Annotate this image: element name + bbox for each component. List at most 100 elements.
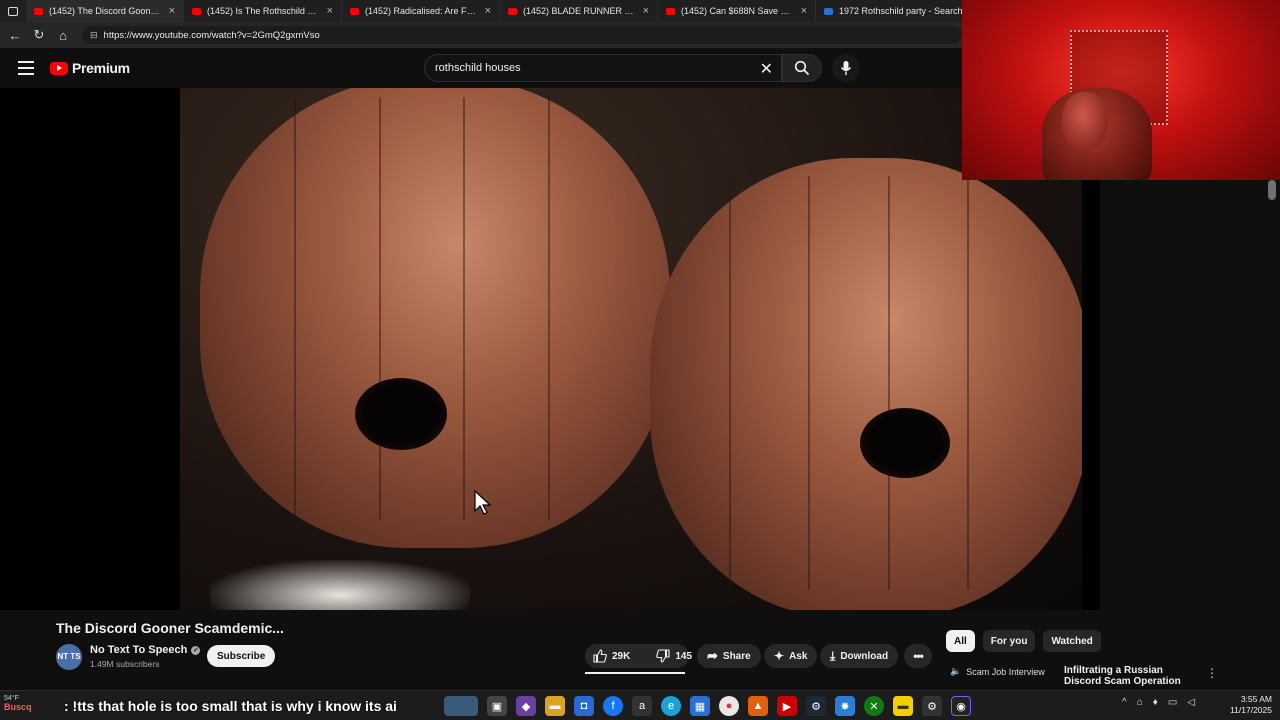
share-label: Share [722, 650, 751, 662]
page-scrollbar[interactable] [1268, 180, 1276, 200]
close-tab-icon[interactable]: × [485, 5, 491, 17]
video-player[interactable] [0, 88, 1100, 610]
right-sidebar [1100, 180, 1280, 610]
recommended-video-title[interactable]: Infiltrating a Russian Discord Scam Oper… [1064, 665, 1194, 687]
app-icon[interactable]: ◆ [516, 696, 536, 716]
close-tab-icon[interactable]: × [801, 5, 807, 17]
youtube-favicon-icon [666, 7, 675, 15]
search-input[interactable] [435, 62, 745, 74]
microphone-icon[interactable]: ♦ [1153, 697, 1158, 708]
url-field[interactable]: ⊟ https://www.youtube.com/watch?v=2GmQ2g… [82, 26, 962, 44]
clear-search-icon[interactable]: ✕ [760, 59, 773, 79]
clock-date: 11/17/2025 [1230, 705, 1272, 715]
edge-icon[interactable]: e [661, 696, 681, 716]
settings-icon[interactable]: ⚙ [922, 696, 942, 716]
network-icon[interactable]: ⌂ [1137, 697, 1143, 708]
recommended-item-label: Scam Job Interview [966, 666, 1045, 677]
dislike-count: 145 [675, 650, 693, 662]
download-button[interactable]: ⤓ Download [820, 644, 899, 668]
close-tab-icon[interactable]: × [169, 5, 175, 17]
share-button[interactable]: ➦ Share [697, 644, 761, 668]
chevron-up-icon[interactable]: ^ [1122, 697, 1127, 708]
youtube-favicon-icon [192, 7, 201, 15]
store-icon[interactable]: ◘ [574, 696, 594, 716]
sticky-notes-icon[interactable]: ▬ [893, 696, 913, 716]
youtube-play-icon [50, 61, 68, 75]
youtube-favicon-icon [34, 7, 43, 15]
subscriber-count: 1.49M subscribers [90, 659, 160, 669]
weather-temperature: 54°F [4, 695, 19, 702]
youtube-logo[interactable]: Premium [50, 60, 130, 76]
amazon-icon[interactable]: a [632, 696, 652, 716]
system-tray: ^ ⌂ ♦ ▭ ◁ [1122, 697, 1195, 708]
like-button[interactable]: 29K [585, 644, 638, 668]
task-view-icon[interactable]: ▣ [487, 696, 507, 716]
stream-label: Buscq [4, 702, 32, 712]
taskbar-apps: ▣ ◆ ▬ ◘ f a e ▦ ● ▲ ▶ ⚙ ✸ ✕ ▬ ⚙ ◉ [444, 696, 971, 716]
reload-icon[interactable]: ↻ [30, 26, 48, 44]
recommended-item[interactable]: 🔈 Scam Job Interview [950, 666, 1045, 677]
webcam-image [1062, 92, 1108, 150]
youtube-icon[interactable]: ▶ [777, 696, 797, 716]
site-info-icon[interactable]: ⊟ [90, 30, 98, 41]
thumbs-up-icon [593, 649, 607, 663]
back-arrow-icon[interactable]: ← [6, 26, 24, 44]
ask-button[interactable]: ✦ Ask [764, 644, 818, 668]
video-frame[interactable] [180, 88, 1082, 610]
youtube-favicon-icon [350, 7, 359, 15]
like-ratio-bar [585, 672, 685, 674]
display-icon[interactable]: ▭ [1168, 697, 1177, 708]
video-content-image [650, 158, 1082, 610]
browser-tab[interactable]: (1452) The Discord Gooner S × [26, 0, 184, 22]
chip-watched[interactable]: Watched [1043, 630, 1101, 652]
video-content-image [210, 560, 470, 610]
vlc-icon[interactable]: ▲ [748, 696, 768, 716]
system-clock[interactable]: 3:55 AM 11/17/2025 [1222, 694, 1272, 716]
file-explorer-icon[interactable]: ▬ [545, 696, 565, 716]
browser-tab[interactable]: (1452) Is The Rothschild Family Th × [184, 0, 342, 22]
search-widget-icon[interactable] [444, 696, 478, 716]
chrome-icon[interactable]: ● [719, 696, 739, 716]
facebook-icon[interactable]: f [603, 696, 623, 716]
close-tab-icon[interactable]: × [327, 5, 333, 17]
subscribe-button[interactable]: Subscribe [207, 645, 276, 667]
search-button[interactable] [782, 54, 822, 82]
tab-title: (1452) The Discord Gooner S [49, 6, 163, 16]
more-vertical-icon[interactable]: ⋮ [1206, 666, 1218, 680]
dislike-button[interactable]: 145 [648, 644, 700, 668]
more-horizontal-icon: ••• [913, 649, 924, 663]
voice-search-button[interactable] [832, 54, 860, 82]
channel-name-text: No Text To Speech [90, 644, 188, 656]
webcam-overlay [962, 0, 1280, 180]
more-actions-button[interactable]: ••• [904, 644, 932, 668]
home-icon[interactable]: ⌂ [54, 26, 72, 44]
weather-widget[interactable]: 54°F Buscq [4, 695, 60, 712]
channel-avatar[interactable]: NT TS [56, 644, 82, 670]
tab-title: 1972 Rothschild party - Search [839, 6, 963, 16]
calculator-icon[interactable]: ▦ [690, 696, 710, 716]
xbox-icon[interactable]: ✕ [864, 696, 884, 716]
logo-label: Premium [72, 60, 130, 76]
app-icon[interactable]: ✸ [835, 696, 855, 716]
steam-icon[interactable]: ⚙ [806, 696, 826, 716]
close-tab-icon[interactable]: × [643, 5, 649, 17]
chip-for-you[interactable]: For you [982, 630, 1036, 652]
browser-tab[interactable]: (1452) BLADE RUNNER 2049 Brea × [500, 0, 658, 22]
hamburger-menu-icon[interactable] [18, 61, 34, 75]
url-text: https://www.youtube.com/watch?v=2GmQ2gxm… [103, 29, 320, 41]
download-label: Download [840, 650, 889, 662]
clock-time: 3:55 AM [1240, 694, 1272, 704]
verified-check-icon: ✓ [191, 645, 201, 655]
browser-tab[interactable]: (1452) Can $688N Save New York × [658, 0, 816, 22]
window-menu-icon[interactable] [0, 0, 26, 22]
microphone-icon [840, 61, 852, 75]
mouse-cursor-icon [474, 490, 492, 515]
channel-name[interactable]: No Text To Speech ✓ [90, 644, 201, 656]
chip-all[interactable]: All [946, 630, 975, 652]
browser-tab[interactable]: (1452) Radicalised: Are Femcels T × [342, 0, 500, 22]
obs-icon[interactable]: ◉ [951, 696, 971, 716]
sparkle-icon: ✦ [774, 649, 785, 663]
youtube-favicon-icon [508, 7, 517, 15]
volume-icon[interactable]: ◁ [1187, 697, 1195, 708]
browser-tab[interactable]: 1972 Rothschild party - Search [816, 0, 974, 22]
